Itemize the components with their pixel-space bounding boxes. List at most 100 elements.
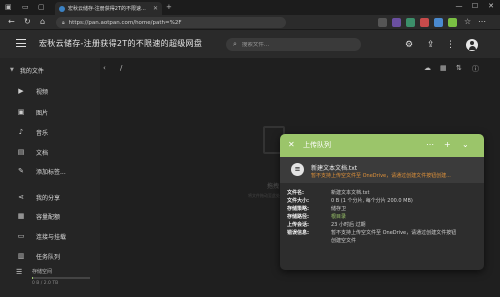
upload-error-message: 暂不支持上传空文件至 OneDrive，请通过创建文件按钮创建... bbox=[311, 173, 451, 179]
collections-icon[interactable]: ▭ bbox=[22, 3, 29, 12]
quota-icon: ▦ bbox=[17, 212, 25, 220]
tab-close-icon[interactable]: ✕ bbox=[153, 5, 158, 12]
browser-tabstrip: ▣ ▭ ▢ 宏秋云储存-注册获得2T的不限速... ✕ + — ☐ ✕ bbox=[0, 0, 500, 15]
sidebar-item-label: 文档 bbox=[36, 149, 49, 157]
upload-queue-panel: ✕ 上传队列 ⋯ + ⌄ ≡ 新建文本文档.txt 暂不支持上传空文件至 One… bbox=[280, 134, 484, 270]
sidebar-item-label: 连接与挂载 bbox=[36, 233, 67, 241]
music-icon: ♪ bbox=[18, 128, 24, 136]
grid-view-icon[interactable]: ▦ bbox=[440, 64, 447, 72]
file-type-icon: ≡ bbox=[291, 163, 304, 176]
link-icon: ▭ bbox=[17, 232, 25, 240]
more-horizontal-icon[interactable]: ⋯ bbox=[426, 139, 434, 151]
search-icon: ⌕ bbox=[233, 40, 237, 48]
sidebar-item-my-shares[interactable]: ⋖ 我的分享 bbox=[0, 189, 100, 205]
detail-value: 创建空文件 bbox=[331, 238, 357, 244]
tab-title: 宏秋云储存-注册获得2T的不限速... bbox=[68, 6, 146, 12]
detail-value: 0 B (1 个分片, 每个分片 200.0 MB) bbox=[331, 198, 413, 204]
sidebar-item-label: 视频 bbox=[36, 88, 49, 96]
sidebar-item-label: 我的分享 bbox=[36, 194, 61, 202]
add-icon[interactable]: + bbox=[444, 139, 451, 151]
video-icon: ▶ bbox=[18, 87, 24, 95]
sidebar-item-add-tag[interactable]: ✎ 添加标签... bbox=[0, 163, 100, 179]
sidebar-item-label: 容量配额 bbox=[36, 213, 61, 221]
storage-usage: 0 B / 2.0 TB bbox=[32, 281, 59, 286]
sidebar-item-my-files[interactable]: ▼ 我的文件 bbox=[0, 62, 100, 78]
site-favicon-icon bbox=[59, 5, 65, 12]
detail-key: 存储策略: bbox=[287, 206, 309, 212]
sidebar-item-connections[interactable]: ▭ 连接与挂载 bbox=[0, 228, 100, 244]
app-header: 宏秋云储存-注册获得2T的不限速的超级网盘 ⌕ ⚙ ⇪ ⋮ bbox=[0, 30, 500, 58]
extension-icon[interactable] bbox=[392, 18, 401, 27]
tab-list-icon[interactable]: ▢ bbox=[38, 3, 45, 12]
sidebar-item-images[interactable]: ▣ 图片 bbox=[0, 104, 100, 120]
sidebar-item-tasks[interactable]: ▥ 任务队列 bbox=[0, 248, 100, 264]
share-icon: ⋖ bbox=[18, 193, 24, 201]
more-vertical-icon[interactable]: ⋮ bbox=[446, 40, 455, 50]
maximize-button[interactable]: ☐ bbox=[468, 2, 482, 10]
extension-icon[interactable] bbox=[434, 18, 443, 27]
browser-menu-icon[interactable]: ▣ bbox=[5, 3, 12, 12]
back-icon[interactable]: ← bbox=[8, 17, 15, 27]
hamburger-menu-icon[interactable] bbox=[16, 39, 26, 47]
avatar[interactable] bbox=[466, 39, 478, 51]
sidebar-item-label: 图片 bbox=[36, 109, 49, 117]
extension-icon[interactable] bbox=[406, 18, 415, 27]
tag-icon: ✎ bbox=[18, 167, 24, 175]
detail-value: 新建文本文档.txt bbox=[331, 190, 370, 196]
detail-value: 23 小时后 过期 bbox=[331, 222, 366, 228]
detail-value: 暂不支持上传空文件至 OneDrive，请通过创建文件按钮 bbox=[331, 230, 457, 236]
storage-progress-bar bbox=[32, 277, 90, 279]
sidebar-item-documents[interactable]: ▤ 文档 bbox=[0, 144, 100, 160]
sidebar-item-label: 我的文件 bbox=[19, 67, 44, 75]
minimize-button[interactable]: — bbox=[452, 2, 466, 10]
chevron-down-icon[interactable]: ⌄ bbox=[462, 139, 469, 151]
document-icon: ▤ bbox=[17, 148, 25, 156]
task-icon: ▥ bbox=[17, 252, 25, 260]
upload-queue-icon[interactable]: ⇪ bbox=[427, 40, 435, 50]
search-box[interactable]: ⌕ bbox=[226, 38, 361, 51]
extension-icon[interactable] bbox=[420, 18, 429, 27]
sidebar-item-music[interactable]: ♪ 音乐 bbox=[0, 124, 100, 140]
sidebar-item-video[interactable]: ▶ 视频 bbox=[0, 83, 100, 99]
lock-icon: 🔒︎ bbox=[62, 19, 65, 26]
close-window-button[interactable]: ✕ bbox=[484, 2, 498, 10]
favorites-icon[interactable]: ☆ bbox=[464, 17, 471, 27]
upload-queue-header: ✕ 上传队列 ⋯ + ⌄ bbox=[280, 134, 484, 157]
upload-queue-title: 上传队列 bbox=[303, 141, 331, 149]
storage-label: 存储空间 bbox=[32, 269, 53, 275]
sidebar-item-label: 音乐 bbox=[36, 129, 49, 137]
info-icon[interactable]: ⓘ bbox=[472, 64, 479, 74]
detail-key: 上传会话: bbox=[287, 222, 309, 228]
detail-key: 文件大小: bbox=[287, 198, 309, 204]
new-tab-icon[interactable]: + bbox=[166, 3, 172, 12]
search-input[interactable] bbox=[241, 41, 342, 48]
browser-more-icon[interactable]: ⋯ bbox=[478, 17, 486, 27]
settings-icon[interactable]: ⚙ bbox=[405, 40, 413, 50]
page-title: 宏秋云储存-注册获得2T的不限速的超级网盘 bbox=[39, 39, 203, 48]
storage-icon: ☰ bbox=[16, 268, 23, 276]
cloud-upload-icon[interactable]: ☁ bbox=[424, 64, 431, 72]
home-icon[interactable]: ⌂ bbox=[40, 17, 45, 27]
chevron-left-icon[interactable]: ‹ bbox=[103, 64, 106, 72]
storage-progress-fill bbox=[32, 277, 34, 279]
sidebar-item-label: 添加标签... bbox=[36, 168, 66, 176]
chevron-down-icon: ▼ bbox=[10, 67, 14, 73]
detail-key: 文件名: bbox=[287, 190, 304, 196]
sort-icon[interactable]: ⇅ bbox=[456, 64, 462, 72]
detail-key: 错误信息: bbox=[287, 230, 309, 236]
address-bar[interactable]: 🔒︎ https://pan.aotpan.com/home/path=%2F bbox=[56, 17, 286, 28]
extension-icon[interactable] bbox=[448, 18, 457, 27]
close-icon[interactable]: ✕ bbox=[288, 139, 295, 151]
breadcrumb[interactable]: / bbox=[120, 64, 122, 72]
detail-key: 存储路径: bbox=[287, 214, 309, 220]
empty-title: 拖拽 bbox=[267, 183, 280, 190]
browser-navbar: ← ↻ ⌂ 🔒︎ https://pan.aotpan.com/home/pat… bbox=[0, 15, 500, 30]
upload-item[interactable]: ≡ 新建文本文档.txt 暂不支持上传空文件至 OneDrive，请通过创建文件… bbox=[280, 157, 484, 183]
sidebar-item-quota[interactable]: ▦ 容量配额 bbox=[0, 208, 100, 224]
extension-icon[interactable] bbox=[378, 18, 387, 27]
browser-tab-active[interactable]: 宏秋云储存-注册获得2T的不限速... ✕ bbox=[55, 2, 162, 15]
refresh-icon[interactable]: ↻ bbox=[24, 17, 31, 27]
image-icon: ▣ bbox=[17, 108, 25, 116]
sidebar-item-label: 任务队列 bbox=[36, 253, 61, 261]
detail-value-link[interactable]: 根目录 bbox=[331, 214, 346, 220]
